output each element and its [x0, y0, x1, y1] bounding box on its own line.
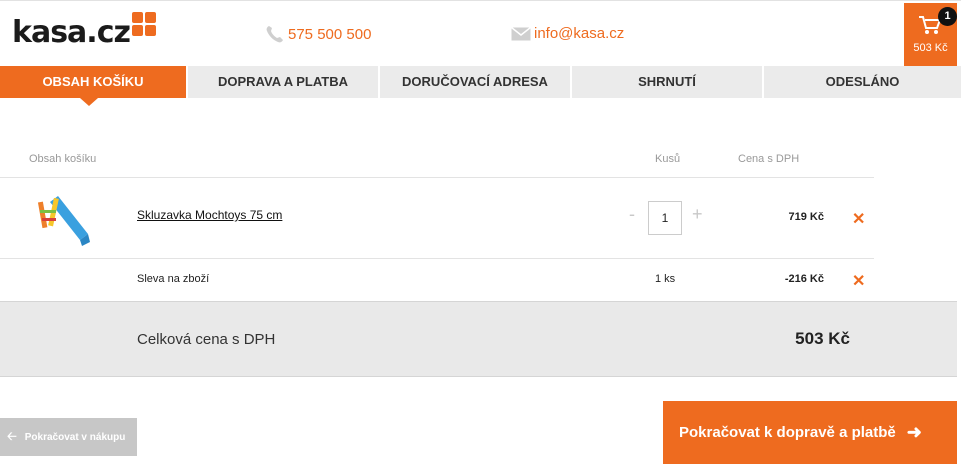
- step-summary[interactable]: Shrnutí: [572, 66, 764, 98]
- phone-number: 575 500 500: [288, 25, 372, 43]
- total-row: Celková cena s DPH 503 Kč: [0, 301, 957, 377]
- product-thumbnail[interactable]: [36, 194, 92, 248]
- total-price: 503 Kč: [795, 329, 850, 348]
- step-delivery-address[interactable]: Doručovací adresa: [380, 66, 572, 98]
- step-sent[interactable]: Odesláno: [764, 66, 961, 98]
- col-header-content: Obsah košíku: [29, 153, 97, 165]
- divider: [0, 258, 874, 259]
- step-shipping-payment[interactable]: Doprava a platba: [188, 66, 380, 98]
- qty-decrease-button[interactable]: -: [629, 204, 635, 225]
- step-cart-content[interactable]: Obsah košíku: [0, 66, 188, 106]
- col-header-price: Cena s DPH: [738, 153, 800, 165]
- item-price: 719 Kč: [788, 211, 824, 223]
- kasa-logo[interactable]: kasa.cz: [12, 12, 158, 53]
- remove-item-icon[interactable]: ✕: [852, 209, 865, 229]
- phone-contact[interactable]: 575 500 500: [265, 25, 371, 43]
- quantity-input[interactable]: 1: [648, 201, 682, 235]
- product-name-link[interactable]: Skluzavka Mochtoys 75 cm: [137, 208, 282, 222]
- cart-price: 503 Kč: [913, 42, 948, 54]
- discount-price: -216 Kč: [784, 273, 824, 285]
- continue-to-shipping-label: Pokračovat k dopravě a platbě: [679, 424, 896, 441]
- arrow-right-icon: ➜: [906, 422, 922, 442]
- remove-discount-icon[interactable]: ✕: [852, 271, 865, 291]
- total-label: Celková cena s DPH: [137, 331, 276, 348]
- cart-count-badge: 1: [938, 7, 957, 26]
- continue-to-shipping-button[interactable]: Pokračovat k dopravě a platbě ➜: [663, 401, 957, 464]
- envelope-icon: [511, 26, 531, 40]
- phone-icon: [266, 26, 283, 43]
- arrow-left-icon: 🡠: [7, 428, 17, 443]
- email-contact[interactable]: info@kasa.cz: [511, 25, 624, 42]
- qty-increase-button[interactable]: +: [692, 204, 703, 225]
- discount-label: Sleva na zboží: [137, 273, 210, 285]
- site-header: kasa.cz 575 500 500 info@kasa.cz 1 503 K…: [0, 0, 961, 67]
- logo-text: kasa.cz: [12, 15, 131, 50]
- divider: [0, 177, 874, 178]
- continue-shopping-label: Pokračovat v nákupu: [24, 431, 126, 443]
- continue-shopping-button[interactable]: 🡠 Pokračovat v nákupu: [0, 418, 137, 456]
- logo-squares-icon: [131, 12, 158, 38]
- col-header-qty: Kusů: [655, 153, 681, 165]
- cart-button[interactable]: 1 503 Kč: [904, 3, 957, 67]
- email-address: info@kasa.cz: [534, 25, 625, 42]
- checkout-steps: Obsah košíku Doprava a platba Doručovací…: [0, 66, 961, 106]
- discount-qty: 1 ks: [655, 273, 676, 285]
